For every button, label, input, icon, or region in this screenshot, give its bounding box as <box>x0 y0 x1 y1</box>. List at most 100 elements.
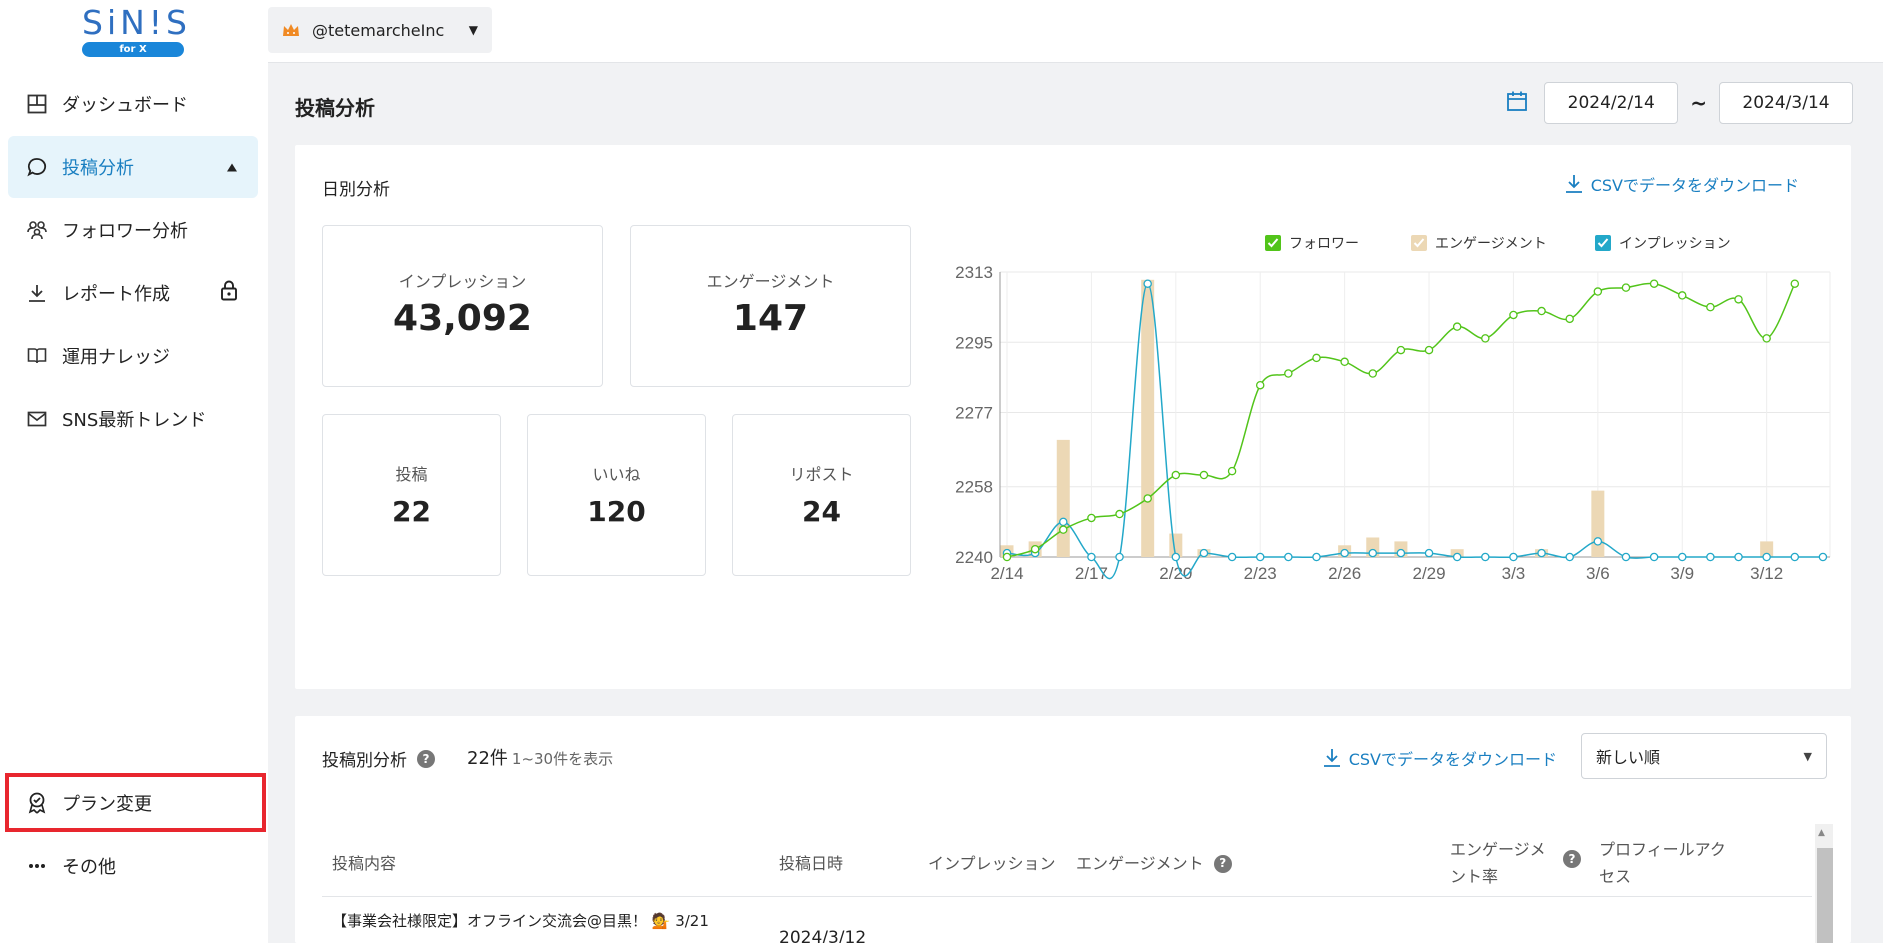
followers-point <box>1593 287 1603 296</box>
reposts-card: リポスト 24 <box>732 414 911 576</box>
followers-point <box>1481 334 1490 343</box>
impressions-point <box>1649 552 1659 562</box>
sidebar-item-report[interactable]: レポート作成 <box>8 262 258 324</box>
scrollbar-thumb[interactable] <box>1817 848 1833 943</box>
plan-change-highlight <box>5 773 266 832</box>
post-analysis-panel: 投稿別分析 ? 22件 1~30件を表示 CSVでデータをダウンロード 新しい順 … <box>295 716 1851 943</box>
logo[interactable]: SiN!S for X <box>82 3 191 57</box>
caret-up-icon <box>226 157 238 178</box>
impressions-point <box>1059 517 1068 527</box>
logo-text: SiN!S <box>82 3 191 42</box>
impressions-point <box>1199 548 1209 558</box>
followers-point <box>1790 279 1800 288</box>
impressions-point <box>1593 537 1603 546</box>
column-header-engagement-text: エンゲージメント <box>1076 854 1204 873</box>
help-icon[interactable]: ? <box>1213 854 1232 873</box>
sidebar-item-label: ダッシュボード <box>62 95 188 116</box>
followers-point <box>1368 369 1378 378</box>
sidebar-item-other[interactable]: その他 <box>8 835 258 897</box>
column-header-content: 投稿内容 <box>332 854 397 873</box>
table-row-content[interactable]: 【事業会社様限定】オフライン交流会@目黒！ 💁 3/21 <box>332 908 772 934</box>
followers-point <box>1509 310 1518 320</box>
caret-down-icon: ▼ <box>1803 749 1812 763</box>
impressions-point <box>1340 548 1349 558</box>
sidebar-item-post-analysis[interactable]: 投稿分析 <box>8 136 258 198</box>
start-date-input[interactable]: 2024/2/14 <box>1544 82 1679 124</box>
impressions-point <box>1143 279 1152 288</box>
csv-link-label: CSVでデータをダウンロード <box>1348 750 1557 769</box>
impressions-point <box>1284 552 1293 562</box>
impressions-label: インプレッション <box>398 272 527 291</box>
end-date-input[interactable]: 2024/3/14 <box>1719 82 1853 124</box>
engagement-label: エンゲージメント <box>706 272 835 291</box>
impressions-point <box>1565 552 1574 562</box>
impressions-point <box>1537 548 1546 558</box>
followers-point <box>1312 353 1321 363</box>
post-csv-download-link[interactable]: CSVでデータをダウンロード <box>1323 746 1557 770</box>
followers-point <box>1340 357 1349 367</box>
page-title: 投稿分析 <box>295 96 375 120</box>
legend-label: インプレッション <box>1619 236 1731 252</box>
impressions-point <box>1762 552 1771 562</box>
column-header-date: 投稿日時 <box>779 854 844 873</box>
sidebar-item-dashboard[interactable]: ダッシュボード <box>8 73 258 135</box>
followers-point <box>1227 466 1237 476</box>
help-icon[interactable]: ? <box>1563 850 1581 868</box>
legend-label: エンゲージメント <box>1435 236 1547 252</box>
bar-engagement <box>1591 490 1605 557</box>
followers-point <box>1424 345 1434 355</box>
x-tick-label: 2/29 <box>1412 564 1445 583</box>
sidebar-item-follower-analysis[interactable]: フォロワー分析 <box>8 199 258 261</box>
sidebar-item-label: 運用ナレッジ <box>62 347 170 368</box>
engagement-value: 147 <box>732 298 809 339</box>
impressions-point <box>1255 552 1265 562</box>
calendar-icon[interactable] <box>1506 90 1528 116</box>
y-tick-label: 2258 <box>955 478 993 497</box>
reposts-label: リポスト <box>789 465 854 484</box>
caret-down-icon: ▼ <box>468 23 478 37</box>
sidebar-item-sns-trend[interactable]: SNS最新トレンド <box>8 388 258 450</box>
x-tick-label: 3/3 <box>1502 564 1526 583</box>
sort-select[interactable]: 新しい順 ▼ <box>1581 733 1827 779</box>
followers-point <box>1537 306 1546 316</box>
sidebar-item-knowledge[interactable]: 運用ナレッジ <box>8 325 258 387</box>
followers-point <box>1565 314 1574 324</box>
followers-point <box>1087 513 1096 523</box>
impressions-point <box>1818 552 1828 562</box>
followers-point <box>1706 302 1715 312</box>
x-tick-label: 2/23 <box>1244 564 1277 583</box>
daily-csv-download-link[interactable]: CSVでデータをダウンロード <box>1565 172 1799 196</box>
help-icon[interactable]: ? <box>417 749 435 768</box>
x-tick-label: 3/6 <box>1586 564 1610 583</box>
x-tick-label: 2/26 <box>1328 564 1361 583</box>
followers-point <box>1762 334 1771 343</box>
impressions-point <box>1115 552 1124 562</box>
post-count-value: 22件 <box>467 748 508 769</box>
impressions-point <box>1734 552 1743 562</box>
x-tick-label: 2/14 <box>990 564 1023 583</box>
y-tick-label: 2313 <box>955 263 993 282</box>
impressions-point <box>1706 552 1715 562</box>
followers-point <box>1171 470 1181 480</box>
followers-point <box>1396 345 1406 355</box>
account-handle: @tetemarcheInc <box>312 20 445 40</box>
impressions-point <box>1509 552 1518 562</box>
impressions-point <box>1790 552 1800 562</box>
impressions-line <box>1006 282 1823 580</box>
followers-point <box>1199 470 1209 480</box>
column-header-impressions: インプレッション <box>928 854 1056 873</box>
posts-card: 投稿 22 <box>322 414 501 576</box>
account-selector[interactable]: @tetemarcheInc ▼ <box>268 7 492 53</box>
impressions-card: インプレッション 43,092 <box>322 225 603 387</box>
impressions-point <box>1227 552 1237 562</box>
column-header-profile-access: プロフィールアク セス <box>1599 840 1726 886</box>
book-icon <box>26 345 48 367</box>
x-tick-label: 3/9 <box>1670 564 1694 583</box>
post-analysis-heading-text: 投稿別分析 <box>322 751 407 771</box>
y-tick-label: 2240 <box>955 548 993 567</box>
download-icon <box>1323 749 1340 767</box>
followers-point <box>1143 494 1152 503</box>
scroll-up-icon[interactable]: ▲ <box>1818 828 1825 838</box>
followers-point <box>1678 291 1687 300</box>
x-tick-label: 3/12 <box>1750 564 1783 583</box>
